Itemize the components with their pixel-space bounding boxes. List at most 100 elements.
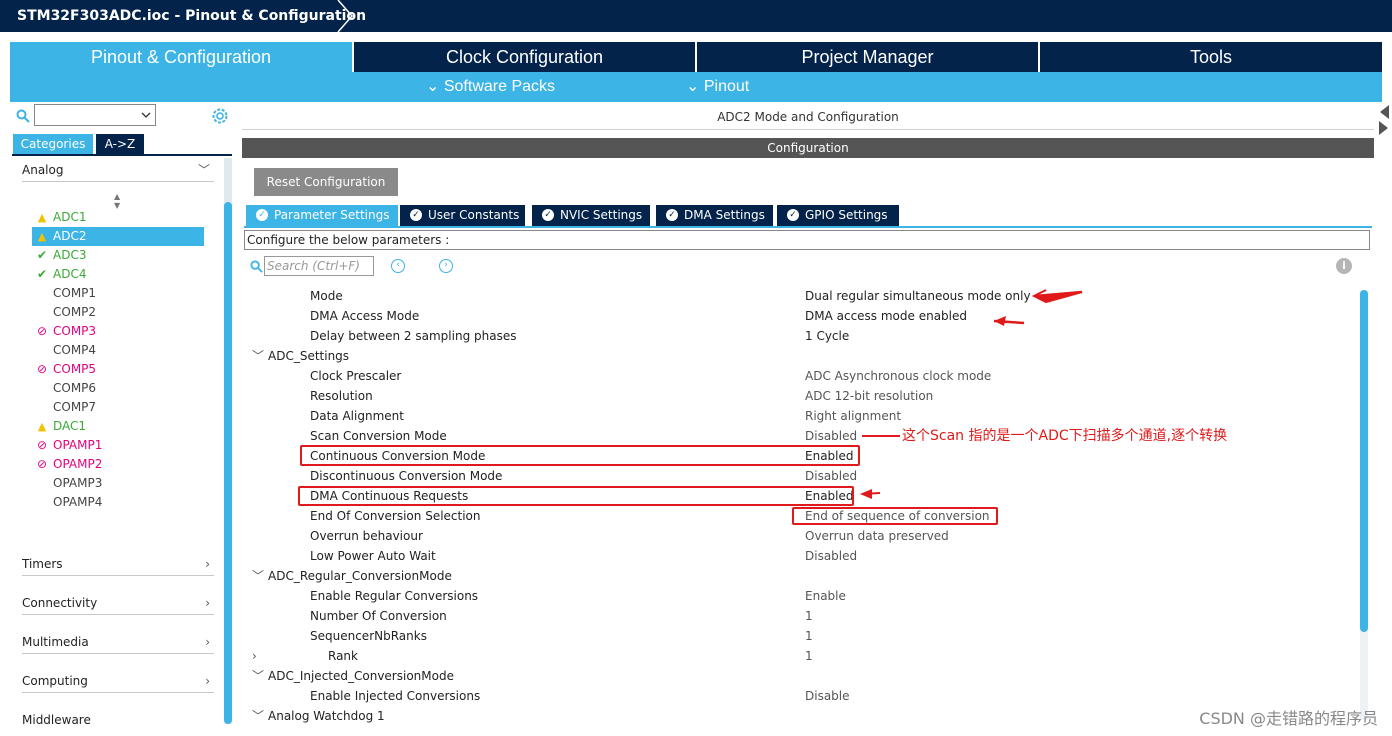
breadcrumb-title[interactable]: STM32F303ADC.ioc - Pinout & Configuratio… bbox=[0, 0, 389, 32]
param-row[interactable]: › Rank 1 bbox=[242, 646, 1352, 666]
left-scrollbar[interactable] bbox=[224, 158, 232, 724]
param-value[interactable]: 1 bbox=[805, 646, 813, 666]
software-packs-menu[interactable]: ⌄ Software Packs bbox=[426, 72, 555, 102]
param-row[interactable]: Mode Dual regular simultaneous mode only bbox=[242, 286, 1352, 306]
tab-dma-settings-label: DMA Settings bbox=[684, 208, 765, 222]
param-value[interactable]: 1 bbox=[805, 606, 813, 626]
param-group-row[interactable]: ﹀ ADC_Injected_ConversionMode bbox=[242, 666, 1352, 686]
param-value[interactable]: ADC 12-bit resolution bbox=[805, 386, 933, 406]
peripheral-comp1[interactable]: COMP1 bbox=[32, 284, 204, 303]
gear-icon[interactable] bbox=[211, 107, 229, 125]
peripheral-adc4[interactable]: ✔ ADC4 bbox=[32, 265, 204, 284]
param-row[interactable]: Number Of Conversion 1 bbox=[242, 606, 1352, 626]
param-name: End Of Conversion Selection bbox=[310, 509, 481, 523]
group-connectivity[interactable]: Connectivity › bbox=[22, 591, 214, 615]
collapse-arrow-icon[interactable] bbox=[1378, 104, 1390, 120]
peripheral-comp7[interactable]: COMP7 bbox=[32, 398, 204, 417]
tab-clock-configuration[interactable]: Clock Configuration bbox=[354, 42, 695, 72]
param-value[interactable]: Dual regular simultaneous mode only bbox=[805, 286, 1031, 306]
group-computing[interactable]: Computing › bbox=[22, 669, 214, 693]
pinout-menu[interactable]: ⌄ Pinout bbox=[686, 72, 749, 102]
peripheral-adc1[interactable]: ▲ ADC1 bbox=[32, 208, 204, 227]
warning-icon: ▲ bbox=[37, 420, 47, 433]
param-group-row[interactable]: ﹀ ADC_Regular_ConversionMode bbox=[242, 566, 1352, 586]
tab-tools[interactable]: Tools bbox=[1040, 42, 1382, 72]
tab-dma-settings[interactable]: ✓ DMA Settings bbox=[656, 205, 773, 226]
param-group-row[interactable]: ﹀ ADC_Settings bbox=[242, 346, 1352, 366]
param-row[interactable]: Low Power Auto Wait Disabled bbox=[242, 546, 1352, 566]
tab-parameter-settings-label: Parameter Settings bbox=[274, 208, 390, 222]
tab-project-manager[interactable]: Project Manager bbox=[697, 42, 1038, 72]
chevron-right-icon: › bbox=[205, 635, 210, 649]
peripheral-opamp3[interactable]: OPAMP3 bbox=[32, 474, 204, 493]
search-combo[interactable] bbox=[34, 104, 156, 126]
param-value[interactable]: Disabled bbox=[805, 466, 857, 486]
sub-menu-bar: ⌄ Software Packs ⌄ Pinout bbox=[10, 72, 1382, 102]
param-value[interactable]: Enable bbox=[805, 586, 846, 606]
param-row[interactable]: DMA Access Mode DMA access mode enabled bbox=[242, 306, 1352, 326]
param-scrollbar[interactable] bbox=[1360, 290, 1368, 720]
chevron-down-icon[interactable]: ﹀ bbox=[252, 666, 264, 686]
param-value[interactable]: DMA access mode enabled bbox=[805, 306, 967, 326]
tab-pinout-configuration[interactable]: Pinout & Configuration bbox=[10, 42, 352, 72]
group-multimedia[interactable]: Multimedia › bbox=[22, 630, 214, 654]
reset-configuration-button[interactable]: Reset Configuration bbox=[254, 168, 398, 196]
group-analog[interactable]: Analog ﹀ bbox=[22, 158, 214, 182]
peripheral-adc3[interactable]: ✔ ADC3 bbox=[32, 246, 204, 265]
param-row[interactable]: Enable Regular Conversions Enable bbox=[242, 586, 1352, 606]
param-value[interactable]: 1 Cycle bbox=[805, 326, 849, 346]
previous-icon[interactable]: ‹ bbox=[391, 259, 405, 273]
expand-arrow-icon[interactable] bbox=[1378, 120, 1390, 136]
param-name: Overrun behaviour bbox=[310, 529, 423, 543]
param-value[interactable]: Disabled bbox=[805, 546, 857, 566]
chevron-right-icon[interactable]: › bbox=[252, 646, 257, 666]
chevron-right-icon: › bbox=[205, 674, 210, 688]
param-row[interactable]: Resolution ADC 12-bit resolution bbox=[242, 386, 1352, 406]
peripheral-adc2[interactable]: ▲ ADC2 bbox=[32, 227, 204, 246]
param-row[interactable]: SequencerNbRanks 1 bbox=[242, 626, 1352, 646]
peripheral-comp5[interactable]: ⊘ COMP5 bbox=[32, 360, 204, 379]
param-value[interactable]: Disable bbox=[805, 686, 850, 706]
param-scrollbar-thumb[interactable] bbox=[1360, 290, 1368, 632]
param-row[interactable]: Data Alignment Right alignment bbox=[242, 406, 1352, 426]
tab-nvic-settings[interactable]: ✓ NVIC Settings bbox=[532, 205, 650, 226]
search-icon[interactable] bbox=[16, 109, 30, 123]
tab-gpio-settings[interactable]: ✓ GPIO Settings bbox=[777, 205, 899, 226]
chevron-down-icon[interactable]: ﹀ bbox=[252, 706, 264, 726]
tab-parameter-settings[interactable]: ✓ Parameter Settings bbox=[246, 205, 398, 226]
group-middleware[interactable]: Middleware bbox=[22, 708, 214, 724]
param-value[interactable]: Disabled bbox=[805, 426, 857, 446]
chevron-down-icon[interactable]: ﹀ bbox=[252, 346, 264, 366]
param-row[interactable]: Discontinuous Conversion Mode Disabled bbox=[242, 466, 1352, 486]
tab-categories[interactable]: Categories bbox=[13, 134, 93, 154]
param-row[interactable]: Delay between 2 sampling phases 1 Cycle bbox=[242, 326, 1352, 346]
peripheral-comp6[interactable]: COMP6 bbox=[32, 379, 204, 398]
tab-user-constants[interactable]: ✓ User Constants bbox=[400, 205, 525, 226]
peripheral-opamp2[interactable]: ⊘ OPAMP2 bbox=[32, 455, 204, 474]
param-name: Analog Watchdog 1 bbox=[268, 709, 385, 723]
param-value[interactable]: Right alignment bbox=[805, 406, 901, 426]
peripheral-opamp1[interactable]: ⊘ OPAMP1 bbox=[32, 436, 204, 455]
param-name: Discontinuous Conversion Mode bbox=[310, 469, 503, 483]
peripheral-comp2[interactable]: COMP2 bbox=[32, 303, 204, 322]
peripheral-comp3[interactable]: ⊘ COMP3 bbox=[32, 322, 204, 341]
peripheral-comp4[interactable]: COMP4 bbox=[32, 341, 204, 360]
left-scrollbar-thumb[interactable] bbox=[224, 202, 232, 724]
pinout-label: Pinout bbox=[703, 78, 750, 95]
peripheral-opamp4[interactable]: OPAMP4 bbox=[32, 493, 204, 512]
check-icon: ✓ bbox=[542, 209, 554, 221]
param-value[interactable]: 1 bbox=[805, 626, 813, 646]
param-value[interactable]: Overrun data preserved bbox=[805, 526, 949, 546]
param-row[interactable]: Enable Injected Conversions Disable bbox=[242, 686, 1352, 706]
info-icon[interactable]: i bbox=[1336, 258, 1352, 274]
param-row[interactable]: Clock Prescaler ADC Asynchronous clock mo… bbox=[242, 366, 1352, 386]
chevron-down-icon[interactable]: ﹀ bbox=[252, 566, 264, 586]
group-timers[interactable]: Timers › bbox=[22, 552, 214, 576]
param-group-row[interactable]: ﹀ Analog Watchdog 1 bbox=[242, 706, 1352, 726]
param-value[interactable]: ADC Asynchronous clock mode bbox=[805, 366, 991, 386]
peripheral-dac1[interactable]: ▲ DAC1 bbox=[32, 417, 204, 436]
param-row[interactable]: Overrun behaviour Overrun data preserved bbox=[242, 526, 1352, 546]
param-search-input[interactable]: Search (Ctrl+F) bbox=[264, 256, 374, 276]
tab-a-z[interactable]: A->Z bbox=[96, 134, 144, 154]
next-icon[interactable]: › bbox=[439, 259, 453, 273]
